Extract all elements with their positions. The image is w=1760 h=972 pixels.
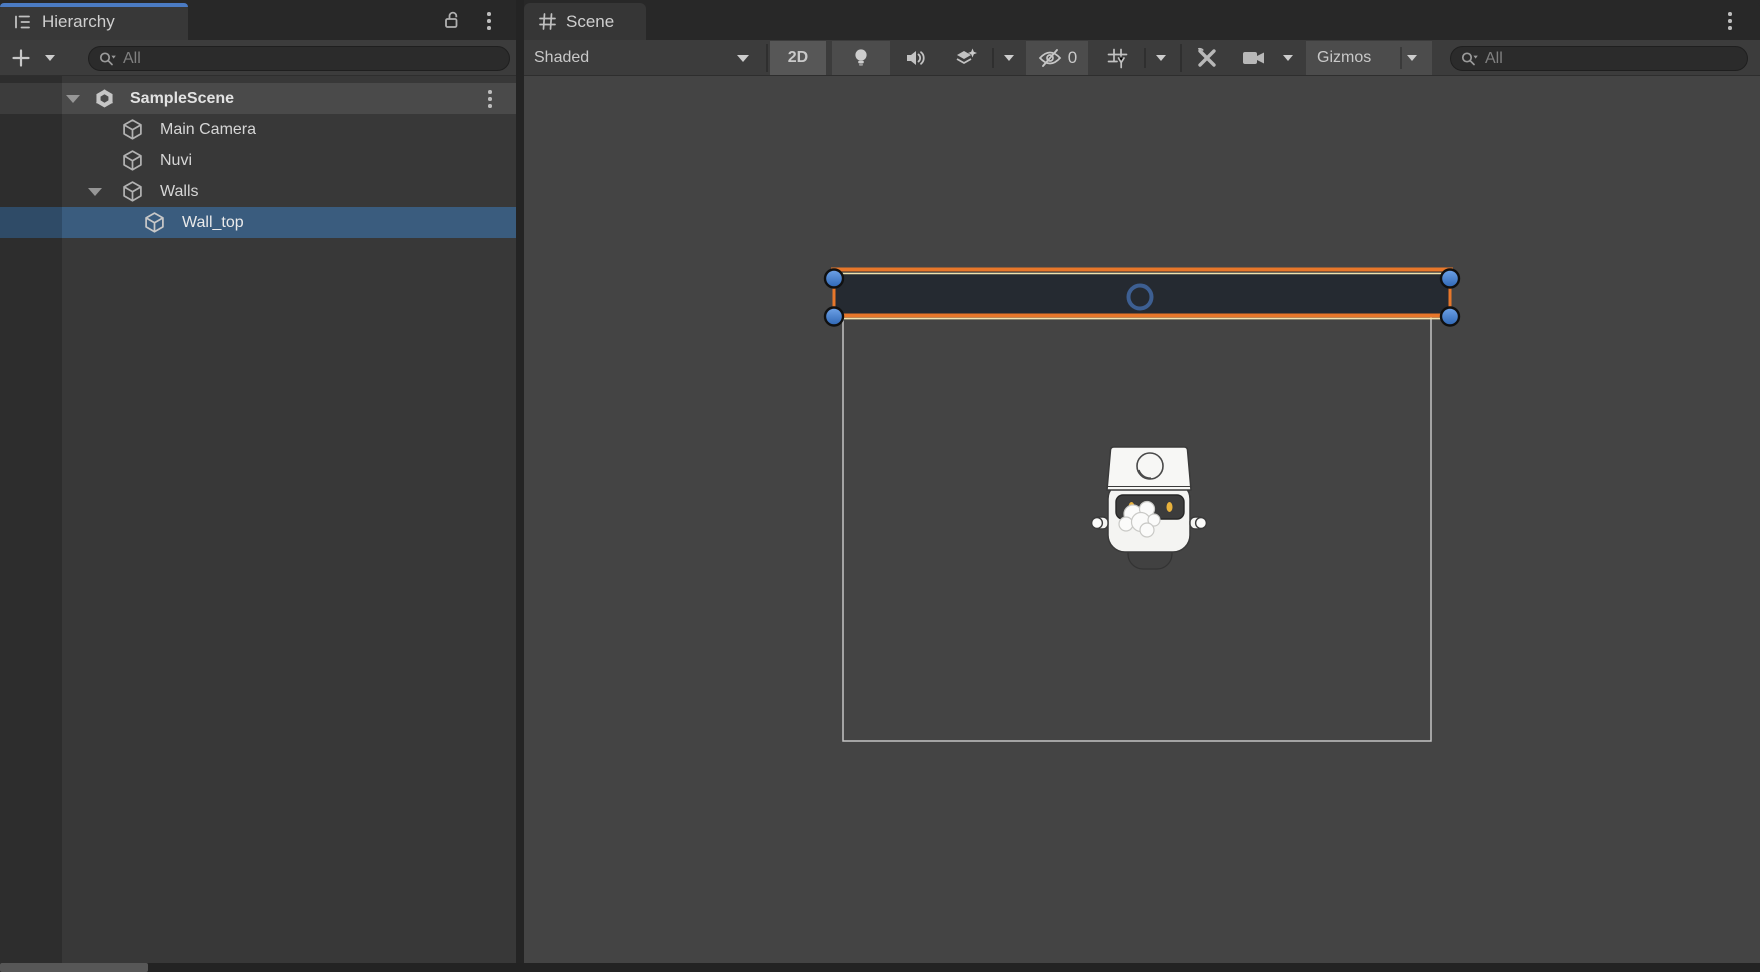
tab-hierarchy[interactable]: Hierarchy bbox=[0, 3, 188, 40]
chevron-down-icon bbox=[1283, 55, 1293, 61]
hierarchy-toolbar: All bbox=[0, 40, 516, 76]
wall-top-selected-object bbox=[831, 270, 1453, 319]
create-object-dropdown[interactable] bbox=[38, 41, 62, 75]
handle-bottom-right bbox=[1441, 308, 1459, 326]
tree-row-samplescene[interactable]: SampleScene bbox=[0, 83, 516, 114]
chevron-down-icon bbox=[1156, 55, 1166, 61]
foldout-open-icon[interactable] bbox=[88, 188, 102, 196]
draw-mode-value: Shaded bbox=[534, 49, 589, 67]
chevron-down-icon bbox=[45, 55, 55, 61]
chevron-down-icon bbox=[1407, 55, 1417, 61]
cube-icon bbox=[143, 211, 166, 234]
create-object-button[interactable] bbox=[6, 41, 36, 75]
cube-icon bbox=[121, 118, 144, 141]
hierarchy-menu-button[interactable] bbox=[479, 9, 499, 33]
scene-options-button[interactable] bbox=[480, 87, 500, 111]
scene-grid-icon bbox=[538, 12, 557, 31]
chevron-down-icon bbox=[737, 55, 749, 62]
tree-row-walls[interactable]: Walls bbox=[0, 176, 516, 207]
search-icon bbox=[99, 51, 117, 67]
eye-slash-icon bbox=[1037, 48, 1063, 68]
hierarchy-hscrollbar-thumb[interactable] bbox=[0, 963, 148, 972]
2d-toggle-button[interactable]: 2D bbox=[770, 41, 826, 75]
cube-icon bbox=[121, 149, 144, 172]
draw-mode-dropdown[interactable]: Shaded bbox=[524, 41, 764, 75]
scene-search-placeholder: All bbox=[1485, 50, 1503, 68]
camera-dropdown[interactable] bbox=[1274, 41, 1302, 75]
2d-label: 2D bbox=[788, 49, 808, 67]
hierarchy-icon bbox=[13, 12, 33, 32]
tools-icon bbox=[1195, 46, 1219, 70]
hierarchy-tabbar: Hierarchy bbox=[0, 0, 516, 40]
tree-row-label: SampleScene bbox=[130, 90, 234, 108]
hierarchy-search-input[interactable]: All bbox=[88, 46, 510, 71]
handle-bottom-left bbox=[825, 308, 843, 326]
tab-scene-label: Scene bbox=[566, 12, 614, 32]
tab-hierarchy-label: Hierarchy bbox=[42, 12, 115, 32]
camera-settings-button[interactable] bbox=[1234, 41, 1274, 75]
foldout-open-icon[interactable] bbox=[66, 95, 80, 103]
effects-layers-icon bbox=[954, 47, 978, 69]
handle-top-left bbox=[825, 270, 843, 288]
tree-row-wall-top[interactable]: Wall_top bbox=[0, 207, 516, 238]
panel-divider[interactable] bbox=[516, 0, 524, 972]
grid-dropdown[interactable] bbox=[1146, 41, 1176, 75]
scene-canvas bbox=[524, 76, 1760, 963]
tree-row-label: Main Camera bbox=[160, 121, 256, 139]
unity-scene-icon bbox=[93, 87, 116, 110]
gizmos-label: Gizmos bbox=[1317, 49, 1371, 67]
lightbulb-icon bbox=[851, 47, 871, 69]
robot-sprite bbox=[1092, 447, 1207, 569]
scene-toolbar: Shaded 2D bbox=[524, 40, 1760, 76]
tree-row-main-camera[interactable]: Main Camera bbox=[0, 114, 516, 145]
scene-tabbar: Scene bbox=[524, 0, 1760, 40]
audio-toggle[interactable] bbox=[894, 41, 938, 75]
handle-top-right bbox=[1441, 270, 1459, 288]
bottom-strip bbox=[0, 963, 1760, 972]
tree-row-nuvi[interactable]: Nuvi bbox=[0, 145, 516, 176]
scene-menu-button[interactable] bbox=[1720, 9, 1740, 33]
hidden-objects-toggle[interactable]: 0 bbox=[1026, 41, 1088, 75]
camera-icon bbox=[1242, 49, 1266, 67]
unlock-icon bbox=[443, 9, 463, 31]
hidden-count: 0 bbox=[1068, 48, 1077, 68]
unity-editor-window: Hierarchy bbox=[0, 0, 1760, 972]
effects-toggle[interactable] bbox=[942, 41, 990, 75]
grid-axis-icon bbox=[1106, 47, 1129, 70]
chevron-down-icon bbox=[1004, 55, 1014, 61]
component-tools-button[interactable] bbox=[1184, 41, 1230, 75]
hierarchy-lock-button[interactable] bbox=[443, 9, 463, 31]
scene-lighting-toggle[interactable] bbox=[832, 41, 890, 75]
speaker-icon bbox=[905, 48, 927, 68]
gizmos-dropdown[interactable]: Gizmos bbox=[1306, 41, 1432, 75]
hierarchy-panel: Hierarchy bbox=[0, 0, 516, 972]
tree-row-label: Wall_top bbox=[182, 214, 244, 232]
scene-search-input[interactable]: All bbox=[1450, 46, 1748, 71]
plus-icon bbox=[11, 48, 31, 68]
scene-panel: Scene Shaded 2D bbox=[524, 0, 1760, 963]
scene-viewport[interactable] bbox=[524, 76, 1760, 963]
hierarchy-search-placeholder: All bbox=[123, 50, 141, 68]
cube-icon bbox=[121, 180, 144, 203]
grid-visibility-toggle[interactable] bbox=[1094, 41, 1140, 75]
active-tab-indicator bbox=[0, 3, 188, 7]
hierarchy-tree: SampleScene Main Camera bbox=[0, 76, 516, 963]
search-icon bbox=[1461, 51, 1479, 67]
tab-scene[interactable]: Scene bbox=[524, 3, 646, 40]
effects-dropdown[interactable] bbox=[994, 41, 1024, 75]
tree-row-label: Walls bbox=[160, 183, 199, 201]
tree-row-label: Nuvi bbox=[160, 152, 192, 170]
